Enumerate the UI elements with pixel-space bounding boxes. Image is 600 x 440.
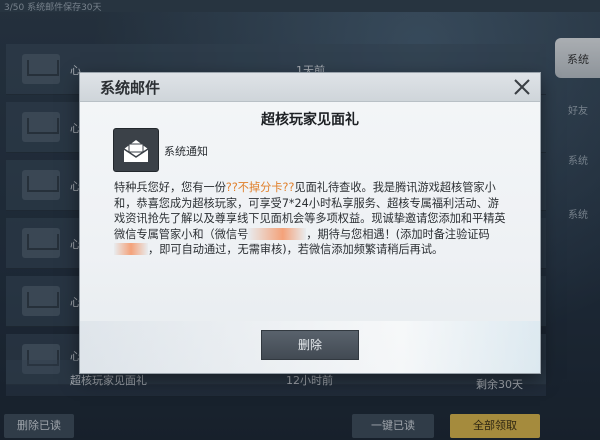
redacted-verify-code xyxy=(114,243,148,256)
body-text-part: 特种兵您好，您有一份 xyxy=(114,181,226,194)
redacted-wechat-id xyxy=(248,227,307,240)
system-mail-dialog: 系统邮件 超核玩家见面礼 系统通知 特种兵您好，您有一份??不掉分卡??见面礼待… xyxy=(80,73,540,373)
mail-body: 特种兵您好，您有一份??不掉分卡??见面礼待查收。我是腾讯游戏超核管家小和，恭喜… xyxy=(114,180,506,258)
delete-button[interactable]: 删除 xyxy=(261,330,359,360)
body-text-part: ，期待与您相遇！(添加时备注验证码 xyxy=(306,227,490,241)
delete-button-label: 删除 xyxy=(297,338,322,352)
sender-label: 系统通知 xyxy=(164,145,208,158)
mail-open-icon xyxy=(113,128,159,172)
body-highlight: ??不掉分卡?? xyxy=(225,181,295,194)
mail-title: 超核玩家见面礼 xyxy=(261,112,359,128)
dialog-title: 系统邮件 xyxy=(100,79,161,97)
close-icon[interactable] xyxy=(510,75,534,99)
body-text-part: ，即可自动通过，无需审核)，若微信添加频繁请稍后再试。 xyxy=(148,243,444,257)
dialog-header: 系统邮件 xyxy=(80,73,540,102)
